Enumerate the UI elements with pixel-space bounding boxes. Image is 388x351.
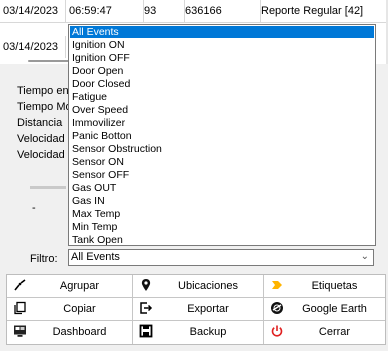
cell-date: 03/14/2023 — [0, 36, 66, 58]
dropdown-option[interactable]: Over Speed — [70, 104, 374, 116]
agrupar-icon — [14, 279, 26, 291]
cerrar-label: Cerrar — [318, 326, 351, 338]
copy-icon — [14, 301, 26, 315]
dropdown-option[interactable]: Door Open — [70, 65, 374, 77]
map-pin-icon — [141, 279, 151, 291]
etiquetas-button[interactable]: Etiquetas — [264, 275, 385, 298]
dropdown-option[interactable]: All Events — [70, 26, 374, 38]
cerrar-button[interactable]: Cerrar — [264, 321, 385, 344]
cell-odometer: 636166 — [182, 0, 261, 22]
dropdown-option[interactable]: Immovilizer — [70, 117, 374, 129]
dropdown-option[interactable]: Ignition ON — [70, 39, 374, 51]
etiquetas-label: Etiquetas — [311, 280, 358, 292]
dropdown-option[interactable]: Sensor Obstruction — [70, 143, 374, 155]
agrupar-button[interactable]: Agrupar — [7, 275, 133, 298]
dashboard-icon — [14, 325, 26, 337]
dashboard-label: Dashboard — [52, 326, 107, 338]
stat-label-distancia: Distancia — [17, 117, 63, 129]
power-icon — [271, 325, 283, 337]
exportar-button[interactable]: Exportar — [133, 298, 264, 321]
dropdown-option[interactable]: Sensor OFF — [70, 169, 374, 181]
ubicaciones-button[interactable]: Ubicaciones — [133, 275, 264, 298]
save-icon — [139, 324, 153, 338]
dropdown-option[interactable]: Gas IN — [70, 195, 374, 207]
stat-label-tiempo-mov: Tiempo Mo — [17, 101, 69, 113]
google-earth-label: Google Earth — [302, 303, 367, 315]
dash-text: - — [32, 202, 36, 214]
stat-label-tiempo-en: Tiempo en — [17, 85, 69, 97]
slider-track[interactable] — [30, 186, 66, 189]
dashboard-button[interactable]: Dashboard — [7, 321, 133, 344]
filter-select-value: All Events — [71, 250, 120, 265]
action-buttons: Agrupar Ubicaciones Etiquetas Copiar Exp… — [6, 274, 386, 345]
dropdown-option[interactable]: Fatigue — [70, 91, 374, 103]
exportar-label: Exportar — [187, 303, 229, 315]
export-icon — [140, 302, 153, 314]
stat-label-velocidad-2: Velocidad — [17, 149, 65, 161]
dropdown-option[interactable]: Gas OUT — [70, 182, 374, 194]
filter-dropdown-list[interactable]: All Events Ignition ON Ignition OFF Door Op… — [68, 24, 376, 246]
dropdown-option[interactable]: Max Temp — [70, 208, 374, 220]
dropdown-option[interactable]: Min Temp — [70, 221, 374, 233]
copiar-button[interactable]: Copiar — [7, 298, 133, 321]
stat-label-velocidad: Velocidad — [17, 133, 65, 145]
dropdown-option[interactable]: Sensor ON — [70, 156, 374, 168]
table-row[interactable]: 03/14/2023 06:59:47 93 636166 Reporte Re… — [0, 0, 388, 23]
filter-label: Filtro: — [30, 253, 58, 265]
tag-arrow-icon — [272, 281, 282, 289]
cell-time: 06:59:47 — [66, 0, 144, 22]
dropdown-option[interactable]: Door Closed — [70, 78, 374, 90]
chevron-down-icon[interactable]: ⌄ — [361, 251, 369, 262]
cell-speed: 93 — [141, 0, 185, 22]
dropdown-option[interactable]: Ignition OFF — [70, 52, 374, 64]
copiar-label: Copiar — [63, 303, 96, 315]
dropdown-option[interactable]: Panic Botton — [70, 130, 374, 142]
backup-label: Backup — [189, 326, 227, 338]
ubicaciones-label: Ubicaciones — [178, 280, 238, 292]
globe-icon — [271, 302, 283, 314]
backup-button[interactable]: Backup — [133, 321, 264, 344]
agrupar-label: Agrupar — [59, 280, 100, 292]
google-earth-button[interactable]: Google Earth — [264, 298, 385, 321]
filter-select[interactable]: All Events ⌄ — [68, 249, 374, 266]
dropdown-option[interactable]: Tank Open — [70, 234, 374, 246]
cell-date: 03/14/2023 — [0, 0, 66, 22]
cell-event: Reporte Regular [42] — [261, 5, 364, 17]
